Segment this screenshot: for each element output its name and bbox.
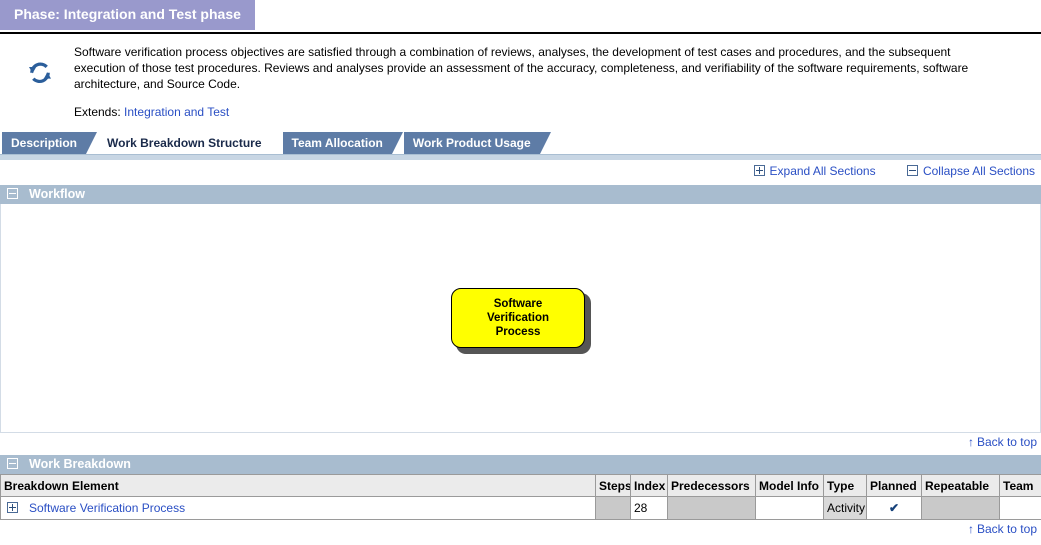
column-header-repeatable[interactable]: Repeatable [921, 474, 1000, 497]
plus-box-icon [753, 164, 765, 176]
description-paragraph: Software verification process objectives… [74, 45, 969, 91]
cell-planned[interactable]: ✔ [866, 496, 922, 520]
table-header-row: Breakdown Element Steps Index Predecesso… [0, 474, 1041, 497]
collapse-all-label: Collapse All Sections [922, 163, 1035, 178]
tab-label: Team Allocation [291, 136, 383, 150]
column-header-steps[interactable]: Steps [595, 474, 631, 497]
minus-box-icon [7, 458, 18, 469]
work-breakdown-section-title: Work Breakdown [29, 457, 131, 471]
back-to-top-label: Back to top [976, 435, 1037, 449]
expand-all-label: Expand All Sections [769, 163, 876, 178]
work-breakdown-table: Breakdown Element Steps Index Predecesso… [0, 474, 1041, 520]
collapse-all-sections-link[interactable]: Collapse All Sections [906, 163, 1035, 178]
tab-slant [270, 132, 282, 154]
node-label-line2: Verification [487, 312, 549, 324]
cell-repeatable [921, 496, 1000, 520]
description-icon-cell [6, 44, 74, 120]
cell-steps [595, 496, 631, 520]
column-header-predecessors[interactable]: Predecessors [667, 474, 756, 497]
breakdown-element-link[interactable]: Software Verification Process [29, 501, 185, 515]
workflow-section-header[interactable]: Workflow [0, 185, 1041, 204]
expand-all-sections-link[interactable]: Expand All Sections [753, 163, 876, 178]
extends-link[interactable]: Integration and Test [124, 105, 229, 119]
tab-work-breakdown-structure[interactable]: Work Breakdown Structure [98, 132, 282, 154]
cell-type: Activity [823, 496, 867, 520]
back-to-top-link[interactable]: ↑ Back to top [968, 522, 1037, 536]
column-header-team[interactable]: Team [999, 474, 1041, 497]
tab-label: Description [11, 136, 78, 150]
minus-box-icon [7, 188, 18, 199]
up-arrow-icon: ↑ [967, 522, 974, 536]
table-row: Software Verification Process 28 Activit… [0, 496, 1041, 520]
tab-description[interactable]: Description [2, 132, 98, 154]
cell-team[interactable] [999, 496, 1041, 520]
node-label-line3: Process [495, 326, 541, 338]
refresh-cycle-icon [26, 60, 54, 89]
plus-box-icon[interactable] [7, 502, 18, 513]
description-text-cell: Software verification process objectives… [74, 44, 1035, 120]
cell-breakdown-element: Software Verification Process [0, 496, 596, 520]
tab-slant [539, 132, 551, 154]
cell-index[interactable]: 28 [630, 496, 668, 520]
column-header-planned[interactable]: Planned [866, 474, 922, 497]
up-arrow-icon: ↑ [967, 435, 974, 449]
page-title-bar: Phase: Integration and Test phase [0, 0, 1041, 34]
workflow-section-title: Workflow [29, 187, 86, 201]
page-title: Phase: Integration and Test phase [0, 0, 255, 30]
work-breakdown-back-to-top-row: ↑ Back to top [0, 520, 1041, 542]
workflow-back-to-top-row: ↑ Back to top [0, 433, 1041, 455]
cell-model-info[interactable] [755, 496, 824, 520]
column-header-breakdown-element[interactable]: Breakdown Element [0, 474, 596, 497]
column-header-index[interactable]: Index [630, 474, 668, 497]
section-toggle-toolbar: Expand All Sections Collapse All Section… [0, 160, 1041, 185]
tab-work-product-usage[interactable]: Work Product Usage [403, 132, 551, 154]
column-header-type[interactable]: Type [823, 474, 867, 497]
node-box[interactable]: Software Verification Process [451, 288, 585, 348]
extends-line: Extends: Integration and Test [74, 104, 1027, 120]
tab-slant [391, 132, 403, 154]
node-label: Software Verification Process [487, 297, 549, 339]
column-header-model-info[interactable]: Model Info [755, 474, 824, 497]
description-block: Software verification process objectives… [0, 34, 1041, 124]
tab-label: Work Product Usage [412, 136, 531, 150]
extends-label: Extends: [74, 105, 121, 119]
node-label-line1: Software [493, 298, 543, 310]
back-to-top-link[interactable]: ↑ Back to top [968, 435, 1037, 449]
tab-team-allocation[interactable]: Team Allocation [282, 132, 403, 154]
minus-box-icon [906, 164, 918, 176]
workflow-diagram-panel: Software Verification Process [0, 204, 1041, 433]
back-to-top-label: Back to top [976, 522, 1037, 536]
cell-predecessors [667, 496, 756, 520]
tab-label: Work Breakdown Structure [107, 136, 262, 150]
workflow-node-software-verification-process[interactable]: Software Verification Process [451, 288, 591, 354]
tab-bar: Description Work Breakdown Structure Tea… [0, 132, 1041, 154]
tab-slant [86, 132, 98, 154]
work-breakdown-section-header[interactable]: Work Breakdown [0, 455, 1041, 474]
